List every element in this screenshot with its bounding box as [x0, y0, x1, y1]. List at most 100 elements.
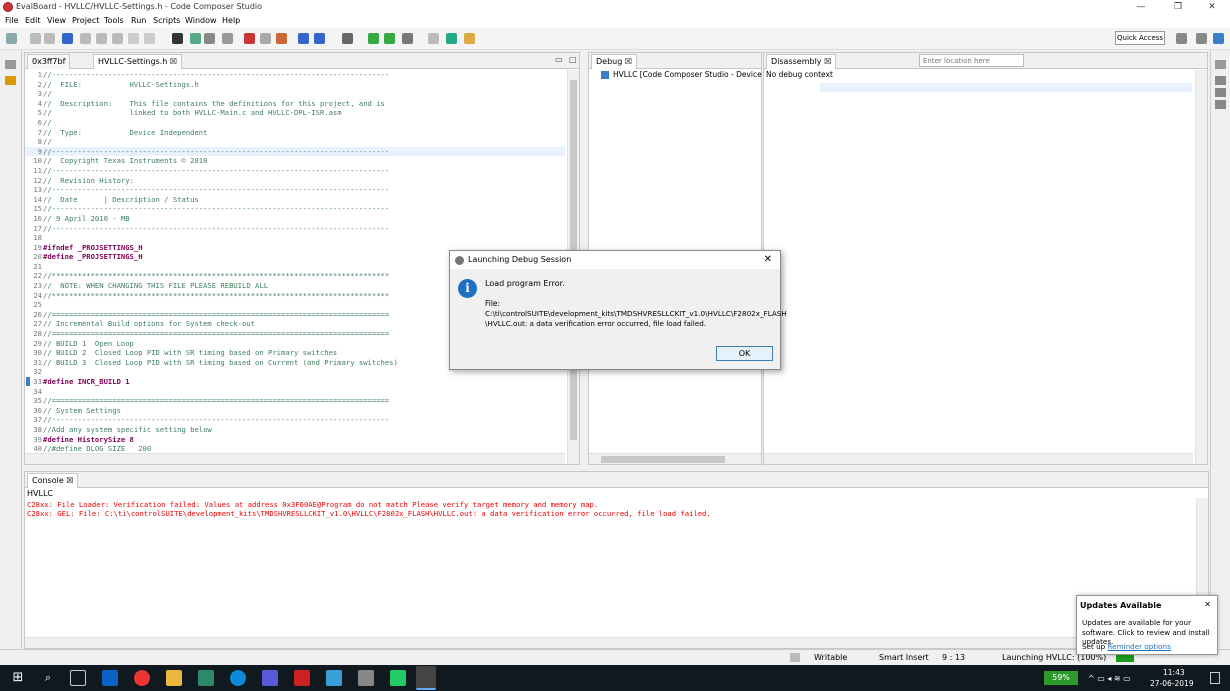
- menu-project[interactable]: Project: [72, 16, 99, 25]
- maximize-icon[interactable]: □: [569, 55, 577, 64]
- code-line[interactable]: 6//: [25, 118, 565, 128]
- close-tab-icon[interactable]: ☒: [170, 57, 177, 66]
- code-composer-taskbar-icon[interactable]: [416, 666, 436, 690]
- perspective-icon[interactable]: [1176, 33, 1187, 44]
- menu-view[interactable]: View: [47, 16, 66, 25]
- memory-icon[interactable]: [172, 33, 183, 44]
- debug-icon[interactable]: [276, 33, 287, 44]
- minimize-icon[interactable]: ▭: [555, 55, 563, 64]
- menu-run[interactable]: Run: [131, 16, 146, 25]
- search-icon[interactable]: ⌕: [40, 670, 56, 686]
- code-line[interactable]: 9//-------------------------------------…: [25, 146, 565, 157]
- code-line[interactable]: 13//------------------------------------…: [25, 185, 565, 195]
- registers-view-icon[interactable]: [1215, 100, 1226, 109]
- code-line[interactable]: 16// 9 April 2010 - MB: [25, 214, 565, 224]
- menu-window[interactable]: Window: [185, 16, 217, 25]
- variables-icon[interactable]: [1215, 76, 1226, 85]
- expressions-icon[interactable]: [1215, 88, 1226, 97]
- code-line[interactable]: 37//------------------------------------…: [25, 415, 565, 425]
- save-all-icon[interactable]: [44, 33, 55, 44]
- tab-console[interactable]: Console ☒: [27, 473, 79, 488]
- save-icon[interactable]: [30, 33, 41, 44]
- target-icon[interactable]: [314, 33, 325, 44]
- clock-time[interactable]: 11:43: [1163, 668, 1185, 677]
- code-line[interactable]: 8//: [25, 137, 565, 147]
- disassembly-icon[interactable]: [204, 33, 215, 44]
- code-line[interactable]: 14// Date | Description / Status: [25, 195, 565, 205]
- tab-hvllc-settings[interactable]: HVLLC-Settings.h ☒: [93, 54, 183, 69]
- code-line[interactable]: 1//-------------------------------------…: [25, 70, 565, 80]
- tab-debug[interactable]: Debug ☒: [591, 54, 638, 69]
- search-icon[interactable]: [446, 33, 457, 44]
- menu-edit[interactable]: Edit: [25, 16, 41, 25]
- step-into-icon[interactable]: [128, 33, 139, 44]
- step-over-icon[interactable]: [144, 33, 155, 44]
- annotation-icon[interactable]: [464, 33, 475, 44]
- menu-tools[interactable]: Tools: [104, 16, 124, 25]
- code-line[interactable]: 11//------------------------------------…: [25, 166, 565, 176]
- quick-access-field[interactable]: Quick Access: [1115, 31, 1165, 45]
- ok-button[interactable]: OK: [716, 346, 773, 361]
- code-line[interactable]: 7// Type: Device Independent: [25, 128, 565, 138]
- debug-perspective-icon[interactable]: [1213, 33, 1224, 44]
- external-tools-icon[interactable]: [402, 33, 413, 44]
- acrobat-icon[interactable]: [294, 670, 310, 686]
- restore-view-icon[interactable]: [1215, 60, 1226, 69]
- suspend-icon[interactable]: [96, 33, 107, 44]
- dialog-close-button[interactable]: ✕: [764, 251, 772, 269]
- cc-edit-perspective-icon[interactable]: [1196, 33, 1207, 44]
- code-line[interactable]: 12// Revision History:: [25, 176, 565, 186]
- tab-disassembly[interactable]: Disassembly ☒: [766, 54, 837, 69]
- terminal-icon[interactable]: [62, 33, 73, 44]
- tool-icon[interactable]: [298, 33, 309, 44]
- menu-help[interactable]: Help: [222, 16, 240, 25]
- refresh-icon[interactable]: [384, 33, 395, 44]
- chrome-icon[interactable]: [134, 670, 150, 686]
- code-line[interactable]: 3//: [25, 89, 565, 99]
- project-explorer-icon[interactable]: [5, 76, 16, 85]
- teams-icon[interactable]: [262, 670, 278, 686]
- code-line[interactable]: 34: [25, 387, 565, 397]
- code-line[interactable]: 15//------------------------------------…: [25, 204, 565, 214]
- notifications-icon[interactable]: [1210, 672, 1220, 684]
- photos-icon[interactable]: [326, 670, 342, 686]
- console-horizontal-scrollbar[interactable]: [25, 637, 1194, 648]
- menu-file[interactable]: File: [5, 16, 18, 25]
- menu-scripts[interactable]: Scripts: [153, 16, 180, 25]
- scrollbar-thumb[interactable]: [601, 456, 725, 463]
- battery-indicator[interactable]: 59%: [1044, 671, 1078, 685]
- tab-address[interactable]: 0x3ff7bf: [27, 54, 71, 69]
- code-line[interactable]: 38//Add any system specific setting belo…: [25, 425, 565, 435]
- close-tab-icon[interactable]: ☒: [625, 57, 632, 66]
- close-tab-icon[interactable]: ☒: [66, 476, 73, 485]
- code-line[interactable]: 10// Copyright Texas Instruments © 2010: [25, 156, 565, 166]
- disassembly-horizontal-scrollbar[interactable]: [764, 453, 1193, 464]
- app-icon[interactable]: [198, 670, 214, 686]
- restore-view-icon[interactable]: [5, 60, 16, 69]
- app-icon[interactable]: [390, 670, 406, 686]
- code-line[interactable]: 36// System Settings: [25, 406, 565, 416]
- code-line[interactable]: 35//====================================…: [25, 396, 565, 406]
- clock-date[interactable]: 27-06-2019: [1150, 679, 1194, 688]
- stop-icon[interactable]: [112, 33, 123, 44]
- code-line[interactable]: 2// FILE: HVLLC-Settings.h: [25, 80, 565, 90]
- settings-icon[interactable]: [342, 33, 353, 44]
- new-icon[interactable]: [6, 33, 17, 44]
- location-input[interactable]: [919, 54, 1024, 67]
- editor-horizontal-scrollbar[interactable]: [25, 453, 565, 464]
- toast-close-button[interactable]: ✕: [1204, 600, 1211, 609]
- code-line[interactable]: 39#define HistorySize 8: [25, 435, 565, 445]
- reminder-options-link[interactable]: Reminder options: [1108, 642, 1171, 651]
- task-view-icon[interactable]: [70, 670, 86, 686]
- outlook-icon[interactable]: [102, 670, 118, 686]
- skype-icon[interactable]: [230, 670, 246, 686]
- debug-session-item[interactable]: HVLLC [Code Composer Studio - Device De: [613, 70, 775, 79]
- app-icon[interactable]: [358, 670, 374, 686]
- file-explorer-icon[interactable]: [166, 670, 182, 686]
- open-type-icon[interactable]: [428, 33, 439, 44]
- disassembly-vertical-scrollbar[interactable]: [1195, 70, 1207, 464]
- resume-icon[interactable]: [80, 33, 91, 44]
- minimize-button[interactable]: —: [1123, 0, 1159, 14]
- close-window-button[interactable]: ✕: [1194, 0, 1230, 14]
- run-icon[interactable]: [368, 33, 379, 44]
